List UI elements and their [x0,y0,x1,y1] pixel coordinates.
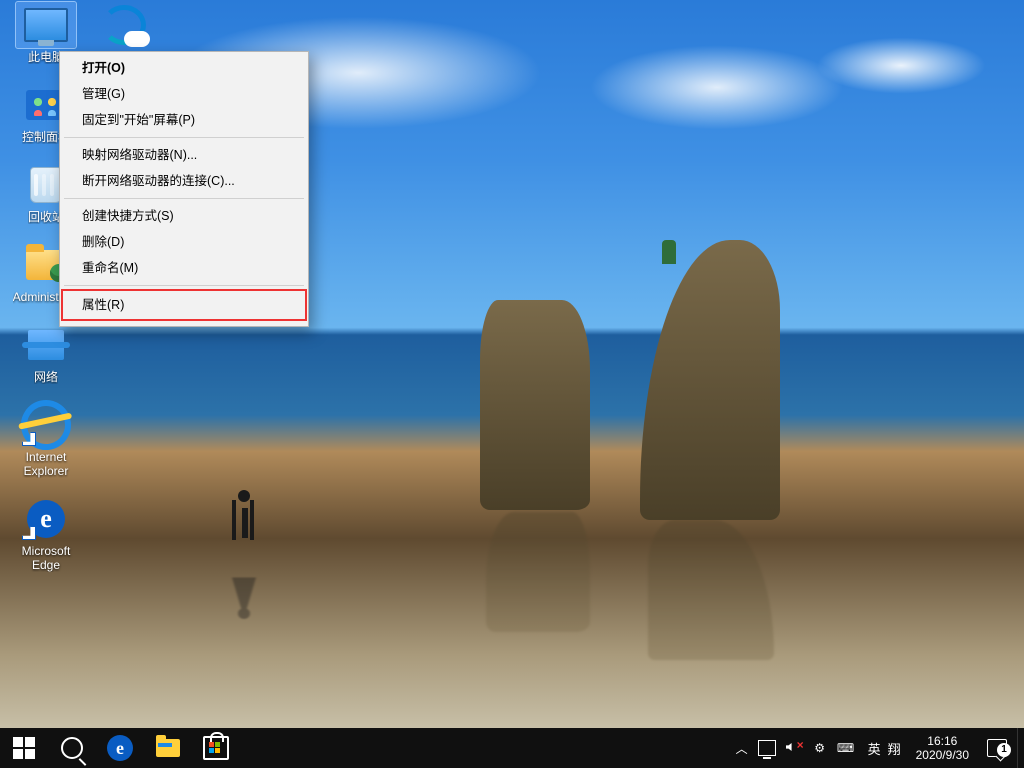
wallpaper-reflection [486,512,590,632]
taskbar-store[interactable] [192,728,240,768]
wallpaper-reflection [648,520,774,660]
taskbar-left [0,728,240,768]
windows-logo-icon [13,737,35,759]
menu-open[interactable]: 打开(O) [62,55,306,81]
menu-separator [64,285,304,286]
taskbar-edge[interactable] [96,728,144,768]
clock-date: 2020/9/30 [916,748,969,762]
wallpaper-rock [640,240,780,520]
tray-overflow-button[interactable]: ︿ [736,740,748,757]
search-button[interactable] [48,728,96,768]
system-tray: ︿ ⚙ ⌨ [728,740,862,757]
icon-internet-explorer[interactable]: Internet Explorer [8,402,84,478]
recycle-bin-icon [30,167,62,203]
wallpaper-rock [480,300,590,510]
menu-pin-to-start[interactable]: 固定到"开始"屏幕(P) [62,107,306,133]
context-menu: 打开(O) 管理(G) 固定到"开始"屏幕(P) 映射网络驱动器(N)... 断… [59,51,309,327]
icon-network[interactable]: 网络 [8,322,84,384]
ie-icon [16,395,75,454]
menu-create-shortcut[interactable]: 创建快捷方式(S) [62,203,306,229]
clock-time: 16:16 [916,734,969,748]
edge-icon [107,735,133,761]
taskbar-file-explorer[interactable] [144,728,192,768]
icon-label: Internet Explorer [8,450,84,478]
wallpaper-runner [224,490,264,552]
network-icon [28,330,64,360]
edge-icon [27,500,65,538]
ime-indicator[interactable]: 英 翔 [862,739,908,758]
icon-label: 网络 [34,370,58,384]
keyboard-icon[interactable]: ⌨ [838,740,854,756]
search-icon [61,737,83,759]
store-icon [203,736,229,760]
wallpaper-runner-reflection [224,563,264,619]
start-button[interactable] [0,728,48,768]
menu-disconnect-network-drive[interactable]: 断开网络驱动器的连接(C)... [62,168,306,194]
icon-label: Microsoft Edge [8,544,84,572]
menu-rename[interactable]: 重命名(M) [62,255,306,281]
icon-edge-shortcut[interactable] [86,2,162,50]
ime-lang: 英 [868,739,882,758]
taskbar-clock[interactable]: 16:16 2020/9/30 [908,734,977,762]
notification-badge: 1 [997,743,1011,757]
menu-delete[interactable]: 删除(D) [62,229,306,255]
network-tray-icon[interactable] [758,740,776,756]
ime-tool-icon[interactable]: ⚙ [812,740,828,756]
ime-mode: 翔 [888,739,902,758]
menu-properties[interactable]: 属性(R) [62,290,306,320]
menu-manage[interactable]: 管理(G) [62,81,306,107]
action-center-button[interactable]: 1 [977,739,1017,757]
menu-map-network-drive[interactable]: 映射网络驱动器(N)... [62,142,306,168]
volume-muted-icon[interactable] [786,740,802,756]
icon-microsoft-edge[interactable]: Microsoft Edge [8,496,84,572]
desktop[interactable]: 此电脑 控制面板 回收站 Administra... 网络 Internet E… [0,0,1024,728]
taskbar: ︿ ⚙ ⌨ 英 翔 16:16 2020/9/30 1 [0,728,1024,768]
show-desktop-button[interactable] [1017,728,1024,768]
taskbar-right: ︿ ⚙ ⌨ 英 翔 16:16 2020/9/30 1 [728,728,1024,768]
menu-separator [64,137,304,138]
pc-icon [24,8,68,42]
file-explorer-icon [156,739,180,757]
menu-separator [64,198,304,199]
edge-cloud-icon [102,5,146,45]
